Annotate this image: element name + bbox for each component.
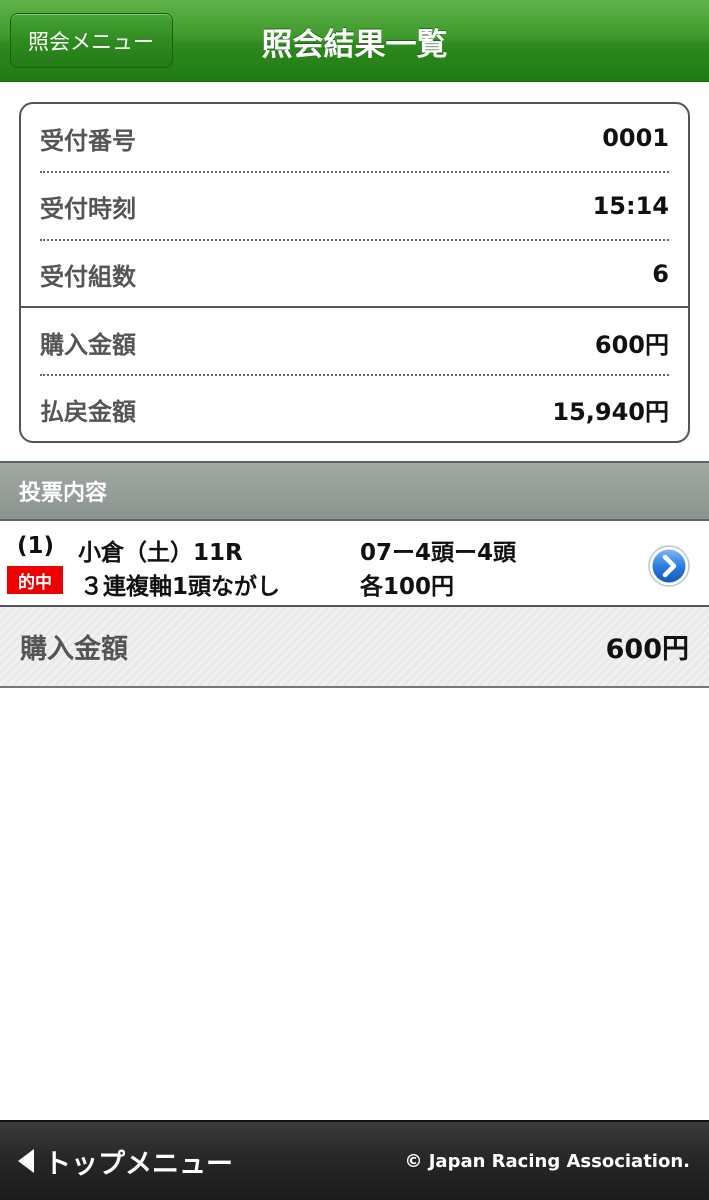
section-header-bet-contents: 投票内容 — [0, 461, 709, 521]
chevron-right-icon[interactable] — [647, 544, 691, 588]
summary-value: 6 — [652, 260, 669, 288]
summary-value: 15,940円 — [552, 397, 669, 426]
total-value: 600円 — [605, 634, 689, 665]
summary-label: 受付時刻 — [40, 194, 136, 223]
app-header: 照会メニュー 照会結果一覧 — [0, 0, 709, 82]
summary-row-receipt-number: 受付番号 0001 — [40, 104, 669, 172]
bet-list-item[interactable]: (1) 小倉（土）11R 07ー4頭ー4頭 的中 ３連複軸1頭ながし 各100円 — [0, 521, 709, 607]
bet-unit-amount: 各100円 — [360, 574, 455, 600]
page-title: 照会結果一覧 — [261, 26, 448, 63]
summary-label: 受付組数 — [40, 262, 136, 291]
summary-label: 払戻金額 — [40, 397, 136, 426]
summary-value: 0001 — [602, 124, 669, 152]
copyright-text: © Japan Racing Association. — [404, 1150, 690, 1172]
top-menu-link[interactable]: トップメニュー — [18, 1122, 233, 1200]
bet-type: ３連複軸1頭ながし — [80, 574, 281, 600]
summary-value: 15:14 — [592, 192, 669, 220]
bet-race: 小倉（土）11R — [78, 540, 243, 566]
hit-badge: 的中 — [7, 566, 63, 594]
summary-card: 受付番号 0001 受付時刻 15:14 受付組数 6 購入金額 600円 払戻… — [19, 102, 690, 443]
total-label: 購入金額 — [20, 634, 128, 665]
bet-index: (1) — [17, 533, 55, 559]
summary-row-payout-amount: 払戻金額 15,940円 — [40, 375, 669, 441]
back-button[interactable]: 照会メニュー — [10, 13, 173, 68]
triangle-left-icon — [18, 1149, 34, 1173]
summary-row-receipt-time: 受付時刻 15:14 — [40, 172, 669, 240]
top-menu-label: トップメニュー — [44, 1148, 233, 1180]
summary-value: 600円 — [594, 330, 669, 359]
summary-row-purchase-amount: 購入金額 600円 — [40, 308, 669, 376]
summary-label: 購入金額 — [40, 330, 136, 359]
back-button-label: 照会メニュー — [28, 29, 154, 54]
footer-bar: トップメニュー © Japan Racing Association. — [0, 1120, 709, 1200]
summary-label: 受付番号 — [40, 126, 136, 155]
bet-combination: 07ー4頭ー4頭 — [360, 540, 517, 566]
summary-row-set-count: 受付組数 6 — [40, 240, 669, 308]
total-purchase-bar: 購入金額 600円 — [0, 607, 709, 688]
